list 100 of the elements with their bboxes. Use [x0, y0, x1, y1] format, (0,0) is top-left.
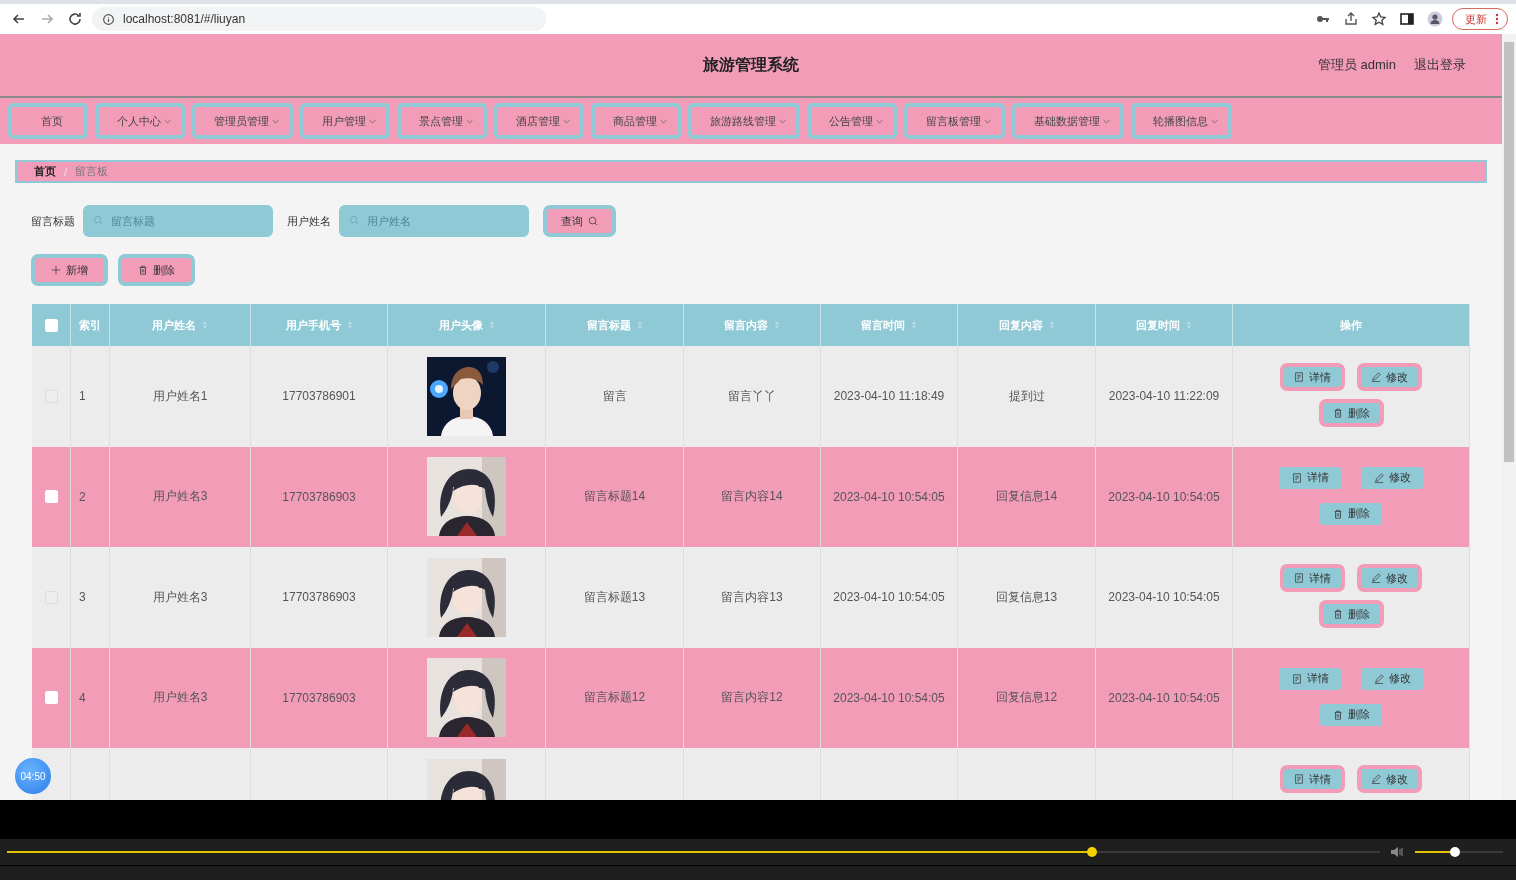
select-all-checkbox[interactable]	[44, 318, 58, 332]
details-button[interactable]: 详情	[1279, 667, 1341, 690]
table-row[interactable]: 3 用户姓名3 17703786903 留言标题13 留言内容13 2023-04-10 10:54:05 回复信息13 2023-04-10 10:54:05 详情 修改 删除	[32, 547, 1470, 648]
table-row[interactable]: 1 用户姓名1 17703786901 留言 留言丫丫 2023-04-10 11:18:49 提到过 2023-04-10 11:22:09 详情 修改 删除	[32, 346, 1470, 447]
nav-menu-item[interactable]: 轮播图信息	[1131, 103, 1232, 139]
nav-menu-item[interactable]: 酒店管理	[494, 103, 584, 139]
table-cell: 2	[79, 489, 86, 504]
sort-icon[interactable]	[488, 320, 495, 330]
delete-button[interactable]: 删除	[1320, 703, 1382, 726]
edit-button[interactable]: 修改	[1361, 466, 1423, 489]
trash-icon	[1332, 709, 1343, 720]
search-icon	[349, 215, 360, 226]
chevron-icon	[369, 118, 376, 124]
nav-menu-item[interactable]: 留言板管理	[904, 103, 1005, 139]
timestamp-badge: 04:50	[15, 758, 51, 794]
sidebar-icon[interactable]	[1399, 11, 1415, 27]
table-cell: 2023-04-10 10:54:05	[833, 690, 945, 705]
volume-icon[interactable]	[1389, 844, 1405, 860]
sort-icon[interactable]	[202, 320, 208, 330]
sort-icon[interactable]	[636, 320, 643, 330]
table-cell: 留言	[602, 387, 627, 405]
table-row[interactable]: 2 用户姓名3 17703786903 留言标题14 留言内容14 2023-04-10 10:54:05 回复信息14 2023-04-10 10:54:05 详情 修改 删除	[32, 446, 1470, 547]
share-icon[interactable]	[1343, 11, 1359, 27]
nav-menu-item[interactable]: 旅游路线管理	[688, 103, 800, 139]
nav-menu-item[interactable]: 商品管理	[591, 103, 681, 139]
search-icon	[93, 215, 104, 226]
nav-menu-item[interactable]: 景点管理	[397, 103, 487, 139]
table-cell: 17703786903	[282, 690, 356, 705]
pencil-icon	[1371, 774, 1381, 784]
chevron-icon	[660, 118, 667, 124]
nav-menu-item[interactable]: 首页	[8, 103, 88, 139]
details-button[interactable]: 详情	[1280, 564, 1345, 592]
document-icon	[1291, 472, 1302, 483]
delete-button[interactable]: 删除	[1318, 399, 1384, 427]
pencil-icon	[1373, 472, 1384, 483]
nav-menu-item[interactable]: 个人中心	[95, 103, 185, 139]
edit-button[interactable]: 修改	[1357, 363, 1422, 391]
nav-menu-item[interactable]: 用户管理	[300, 103, 390, 139]
details-button[interactable]: 详情	[1279, 466, 1341, 489]
address-bar[interactable]: localhost:8081/#/liuyan	[92, 7, 546, 31]
sort-icon[interactable]	[1048, 320, 1055, 330]
delete-button[interactable]: 删除	[1318, 600, 1384, 628]
document-icon	[1291, 673, 1302, 684]
nav-menu-item[interactable]: 基础数据管理	[1012, 103, 1124, 139]
query-button[interactable]: 查询	[543, 205, 616, 237]
app-title: 旅游管理系统	[703, 54, 799, 75]
chevron-icon	[164, 118, 171, 124]
sort-icon[interactable]	[911, 320, 917, 330]
delete-button[interactable]: 删除	[1320, 502, 1382, 525]
plus-icon	[51, 265, 61, 275]
chevron-icon	[1211, 118, 1218, 124]
user-label: 管理员 admin	[1317, 56, 1396, 74]
search-icon	[588, 216, 598, 226]
table-cell: 1	[79, 389, 86, 404]
table-cell: 2023-04-10 10:54:05	[1108, 590, 1220, 605]
table-cell: 2023-04-10 10:54:05	[833, 590, 945, 605]
table-cell: 回复信息12	[995, 689, 1058, 707]
field-label: 用户姓名	[287, 213, 331, 229]
edit-button[interactable]: 修改	[1357, 564, 1422, 592]
table-row[interactable]: 4 用户姓名3 17703786903 留言标题12 留言内容12 2023-04-10 10:54:05 回复信息12 2023-04-10 10:54:05 详情 修改 删除	[32, 647, 1470, 748]
pencil-icon	[1373, 673, 1384, 684]
trash-icon	[1332, 508, 1343, 519]
chevron-icon	[1103, 118, 1110, 124]
chevron-icon	[876, 118, 883, 124]
pencil-icon	[1371, 573, 1381, 583]
table-cell: 回复信息14	[995, 488, 1058, 506]
sort-icon[interactable]	[774, 320, 780, 330]
chevron-icon	[779, 118, 786, 124]
table-cell: 用户姓名3	[152, 588, 208, 606]
table-cell: 留言内容13	[721, 588, 783, 606]
nav-menu-item[interactable]: 管理员管理	[192, 103, 293, 139]
update-button[interactable]: 更新	[1452, 8, 1508, 30]
trash-icon	[138, 265, 148, 275]
profile-icon[interactable]	[1427, 11, 1443, 27]
details-button[interactable]: 详情	[1280, 765, 1345, 793]
edit-button[interactable]: 修改	[1357, 765, 1422, 793]
document-icon	[1294, 774, 1304, 784]
field-label: 留言标题	[31, 213, 75, 229]
breadcrumb-item[interactable]: 首页	[34, 164, 56, 179]
trash-icon	[1332, 609, 1343, 619]
nav-menu-item[interactable]: 公告管理	[807, 103, 897, 139]
table-cell: 回复信息13	[995, 588, 1058, 606]
table-cell: 17703786901	[282, 389, 356, 404]
star-icon[interactable]	[1371, 11, 1387, 27]
sort-icon[interactable]	[1186, 320, 1192, 330]
table-cell: 17703786903	[282, 489, 356, 504]
chevron-icon	[466, 118, 473, 124]
document-icon	[1294, 372, 1304, 382]
details-button[interactable]: 详情	[1280, 363, 1345, 391]
trash-icon	[1332, 408, 1343, 418]
delete-button[interactable]: 删除	[118, 254, 195, 286]
sort-icon[interactable]	[346, 320, 353, 330]
reload-icon[interactable]	[67, 11, 83, 27]
search-field[interactable]: 用户姓名	[339, 205, 529, 237]
table-cell: 用户姓名3	[152, 689, 208, 707]
add-button[interactable]: 新增	[31, 254, 108, 286]
table-cell: 用户姓名1	[152, 387, 208, 405]
edit-button[interactable]: 修改	[1361, 667, 1423, 690]
logout-link[interactable]: 退出登录	[1414, 56, 1466, 74]
table-cell: 4	[79, 690, 86, 705]
